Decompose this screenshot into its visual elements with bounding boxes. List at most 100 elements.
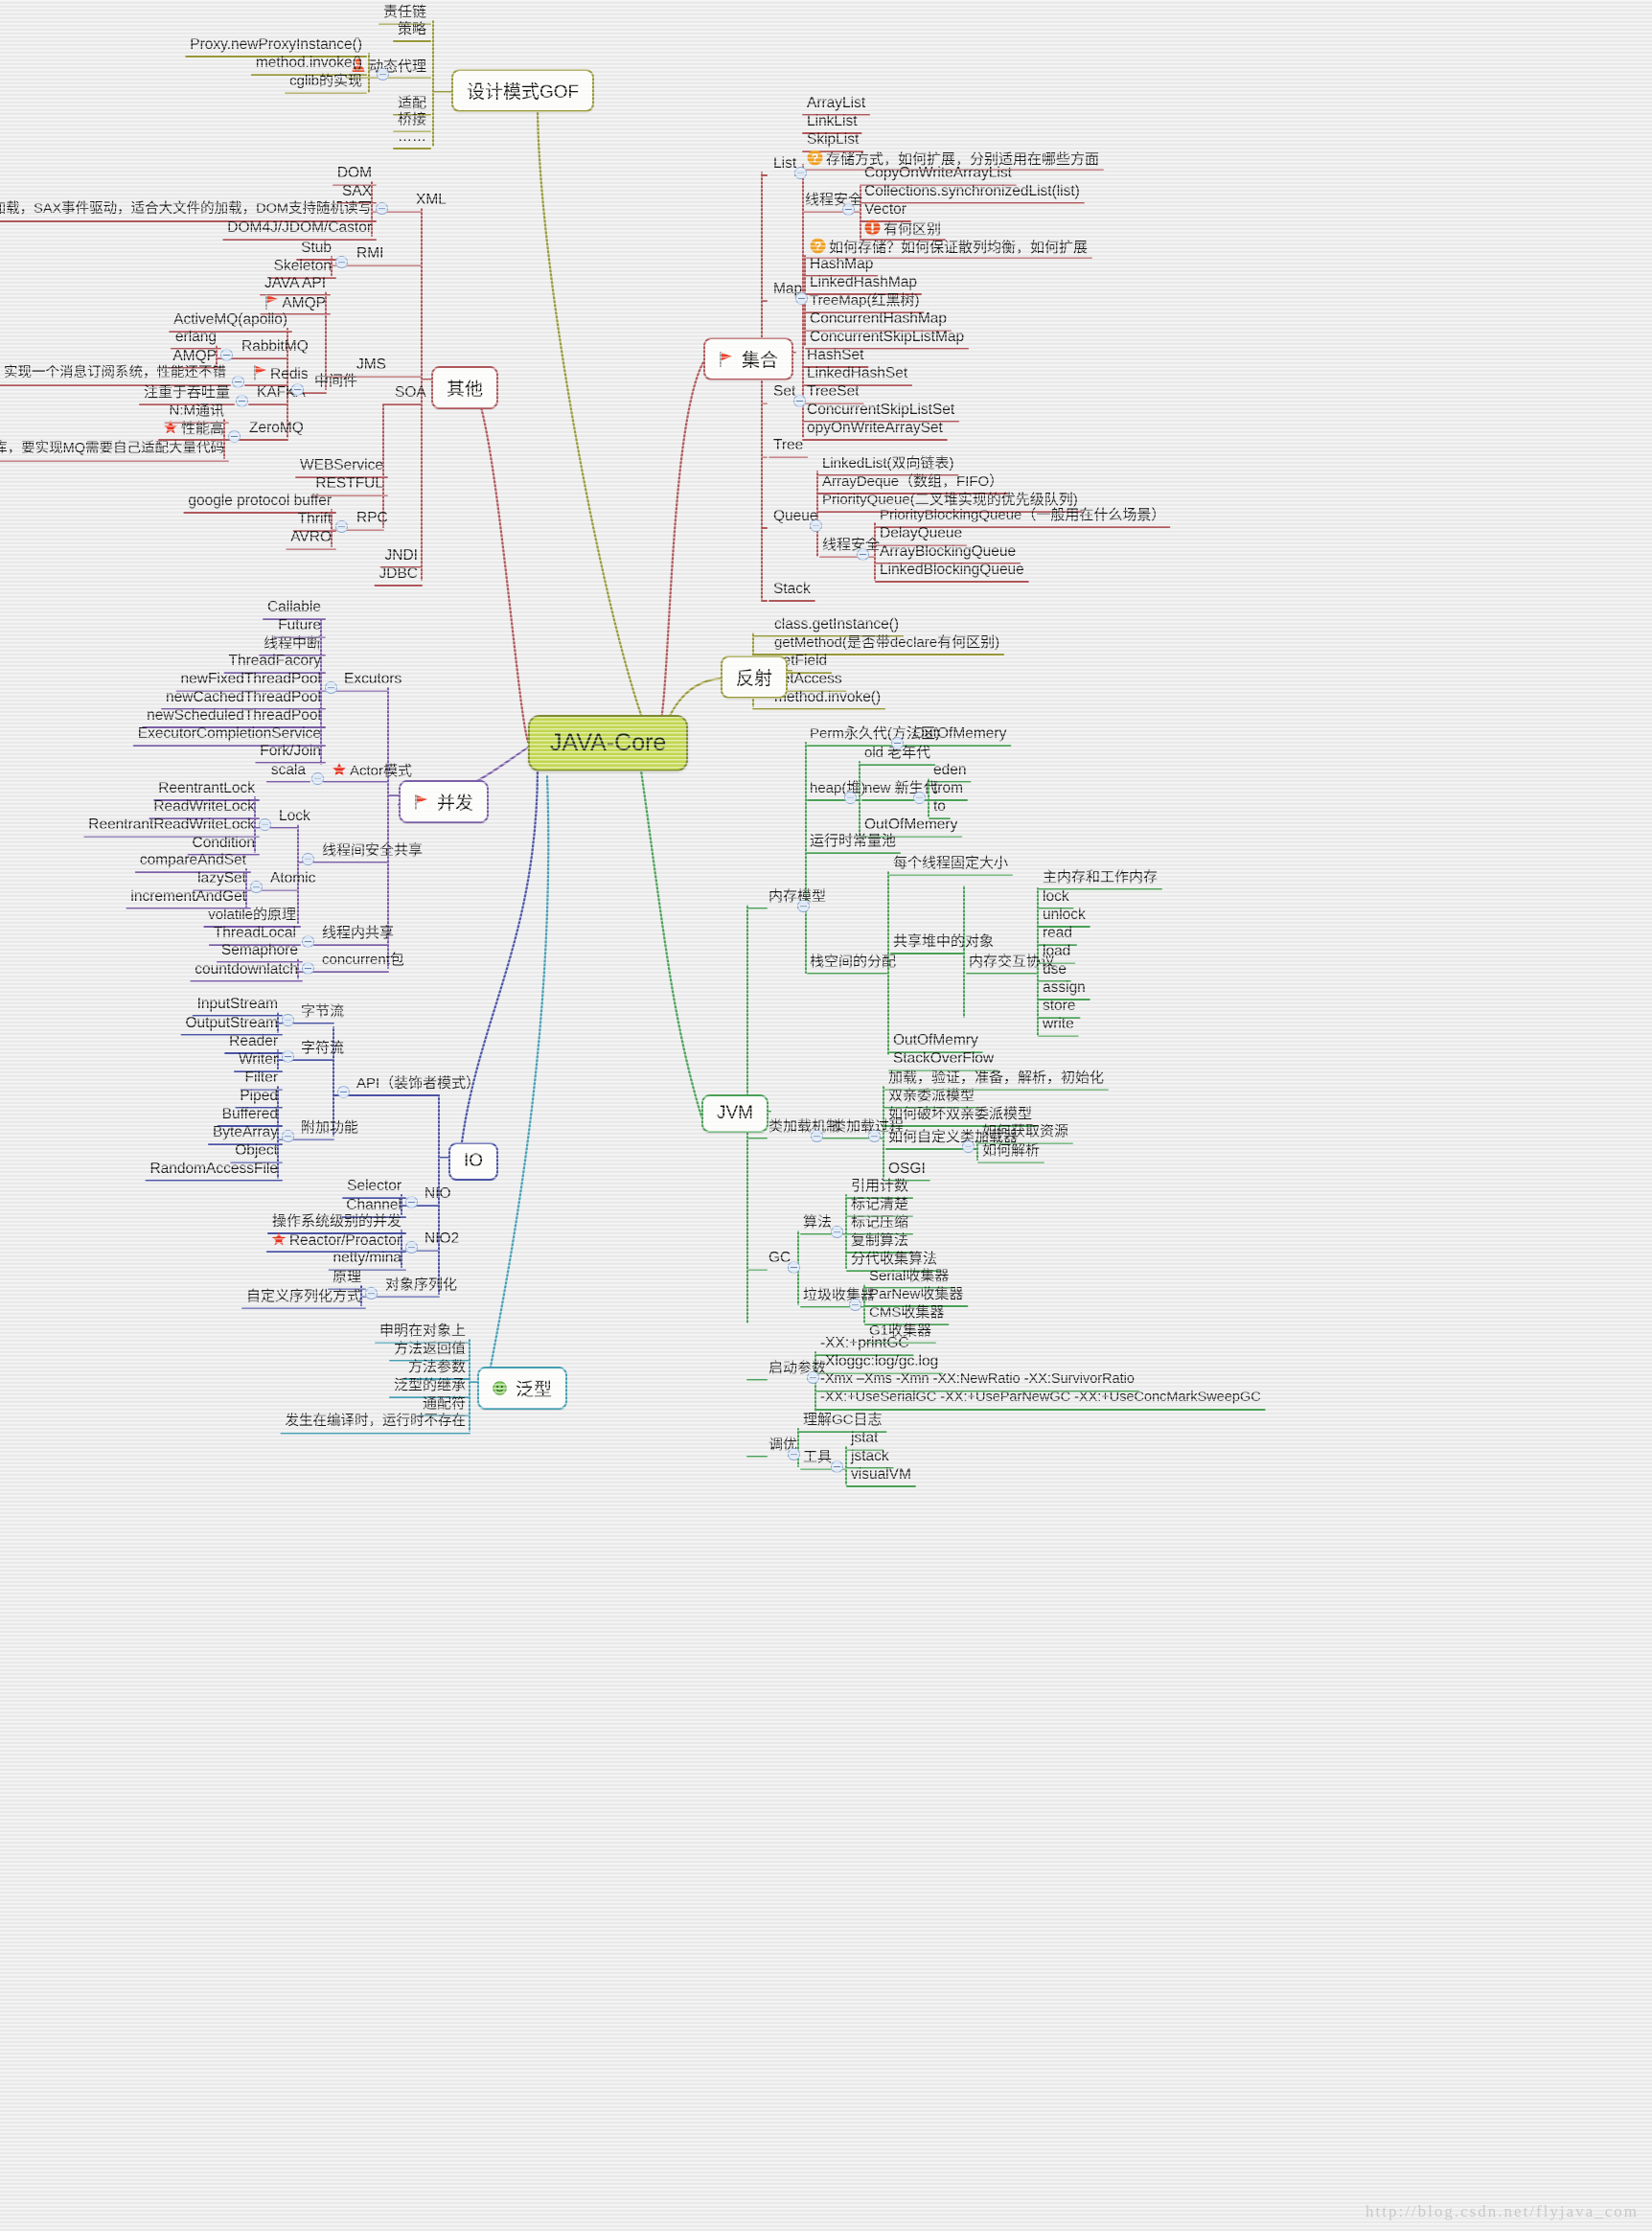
node-extra-features[interactable]: 附加功能 [299, 1119, 360, 1136]
collapse-nio[interactable] [405, 1196, 418, 1208]
node-jms[interactable]: JMS [355, 356, 388, 374]
node-semaphore[interactable]: Semaphore [219, 942, 300, 959]
collapse-rabbitmq[interactable] [220, 349, 233, 361]
node-mem-op-assign[interactable]: assign [1041, 979, 1088, 997]
collapse-char-stream[interactable] [282, 1050, 294, 1063]
node-extra-3[interactable]: ByteArray [211, 1124, 280, 1141]
collapse-io-api[interactable] [337, 1086, 350, 1098]
node-extra-4[interactable]: Object [233, 1142, 280, 1160]
node-rmi[interactable]: RMI [355, 245, 385, 263]
collapse-startup-params[interactable] [807, 1371, 819, 1384]
node-heap[interactable]: heap(堆) [808, 780, 867, 796]
node-char-stream[interactable]: 字符流 [299, 1040, 346, 1056]
node-hashmap[interactable]: HashMap [808, 256, 875, 273]
node-bridge[interactable]: 桥接 [396, 111, 428, 127]
node-activemq[interactable]: ActiveMQ(apollo) [172, 311, 289, 329]
node-perm-oom[interactable]: OutOfMemery [911, 725, 1008, 743]
node-threadlocal[interactable]: ThreadLocal [212, 925, 298, 942]
node-gc-collector-2[interactable]: CMS收集器 [867, 1304, 946, 1321]
node-cl-step-2[interactable]: 如何破坏双亲委派模型 [886, 1106, 1034, 1122]
collapse-actor[interactable] [311, 772, 324, 785]
node-cglib-impl[interactable]: cglib的实现 [287, 73, 364, 89]
collapse-object-serialization[interactable] [365, 1287, 378, 1300]
node-extra-2[interactable]: Buffered [220, 1106, 280, 1123]
node-sax[interactable]: SAX [340, 183, 374, 200]
node-redis[interactable]: Redis [251, 365, 310, 383]
node-rabbitmq[interactable]: RabbitMQ [240, 338, 310, 356]
collapse-map[interactable] [795, 292, 808, 305]
node-strategy[interactable]: 策略 [396, 21, 428, 37]
node-tuning-tools[interactable]: 工具 [801, 1449, 834, 1465]
node-java-api[interactable]: JAVA API [263, 275, 328, 292]
node-adapter[interactable]: 适配 [396, 95, 428, 111]
node-copyonwritearrayset[interactable]: opyOnWriteArraySet [805, 420, 945, 437]
node-runtime-const-pool[interactable]: 运行时常量池 [808, 833, 898, 849]
node-avro[interactable]: AVRO [288, 529, 333, 546]
node-list-diff[interactable]: 有何区别 [862, 219, 943, 238]
node-byte-stream[interactable]: 字节流 [299, 1003, 346, 1020]
node-linklist[interactable]: LinkList [805, 113, 860, 130]
node-thread-share-safe[interactable]: 线程间安全共享 [320, 842, 424, 859]
node-linkedblockingqueue[interactable]: LinkedBlockingQueue [878, 562, 1026, 579]
collapse-byte-stream[interactable] [282, 1014, 294, 1026]
node-actor[interactable]: Actor模式 [330, 762, 414, 779]
collapse-memory-model[interactable] [797, 900, 810, 912]
collapse-queue[interactable] [810, 519, 822, 532]
node-kafka-note[interactable]: 注重于吞吐量 [142, 384, 232, 401]
collapse-tuning[interactable] [788, 1448, 800, 1460]
node-executor-2[interactable]: 线程中断 [262, 635, 323, 652]
node-concurrenthashmap[interactable]: ConcurrentHashMap [808, 310, 949, 328]
branch-jvm[interactable]: JVM [701, 1094, 769, 1133]
node-dom[interactable]: DOM [335, 165, 374, 182]
node-reader[interactable]: Reader [227, 1033, 280, 1050]
node-gc-algorithms[interactable]: 算法 [801, 1214, 834, 1230]
node-stackoverflow[interactable]: StackOverFlow [891, 1050, 996, 1068]
node-executor-5[interactable]: newCachedThreadPool [164, 689, 323, 706]
node-linkedhashmap[interactable]: LinkedHashMap [808, 274, 919, 291]
node-startup-param-1[interactable]: -Xloggc:log/gc.log [818, 1353, 940, 1370]
node-heap-oom[interactable]: OutOfMemery [862, 816, 959, 834]
node-writer[interactable]: Writer [237, 1051, 280, 1069]
node-object-serialization[interactable]: 对象序列化 [383, 1276, 459, 1293]
collapse-perm-gen[interactable] [891, 737, 904, 749]
branch-design-patterns[interactable]: 设计模式GOF [451, 69, 595, 112]
node-cowal[interactable]: CopyOnWriteArrayList [862, 165, 1014, 182]
node-ellipsis[interactable]: …… [396, 128, 428, 145]
collapse-classloading-process[interactable] [868, 1130, 881, 1142]
node-gc-algo-3[interactable]: 复制算法 [849, 1232, 910, 1249]
branch-other[interactable]: 其他 [431, 366, 499, 409]
collapse-lock[interactable] [259, 818, 271, 831]
node-gc-algo-2[interactable]: 标记压缩 [849, 1214, 910, 1230]
node-atomic-0[interactable]: compareAndSet [138, 852, 248, 869]
node-io-api[interactable]: API（装饰者模式） [355, 1075, 482, 1092]
collapse-gc[interactable] [788, 1261, 800, 1274]
node-executor-8[interactable]: Fork/Join [258, 743, 323, 760]
collapse-atomic[interactable] [250, 881, 263, 893]
collapse-custom-classloader[interactable] [962, 1140, 975, 1153]
node-dom4j-jdom-castor[interactable]: DOM4J/JDOM/Castor [225, 219, 374, 237]
node-mem-op-lock[interactable]: lock [1041, 888, 1071, 906]
node-understand-gc-log[interactable]: 理解GC日志 [801, 1412, 884, 1428]
collapse-rpc[interactable] [335, 520, 348, 533]
branch-collection[interactable]: 集合 [703, 337, 794, 380]
collapse-classloading[interactable] [811, 1130, 823, 1142]
node-redis-note[interactable]: 实现一个消息订阅系统，性能还不错 [2, 365, 228, 381]
node-tool-0[interactable]: jstat [849, 1430, 880, 1447]
node-atomic[interactable]: Atomic [268, 870, 317, 887]
node-method-invoke[interactable]: method.invoke() [254, 55, 364, 72]
node-extra-5[interactable]: RandomAccessFile [148, 1161, 280, 1178]
node-concurrentskiplistmap[interactable]: ConcurrentSkipListMap [808, 329, 966, 346]
node-reflection-0[interactable]: class.getInstance() [772, 616, 901, 633]
node-queue-threadsafe[interactable]: 线程安全 [820, 537, 882, 553]
collapse-thread-inner-share[interactable] [302, 935, 314, 948]
node-generics-3[interactable]: 泛型的继承 [392, 1377, 468, 1393]
node-selector[interactable]: Selector [345, 1178, 403, 1195]
node-os-concurrency[interactable]: 操作系统级别的并发 [270, 1213, 403, 1230]
node-synclist[interactable]: Collections.synchronizedList(list) [862, 183, 1082, 200]
node-thread-inner-share[interactable]: 线程内共享 [320, 925, 396, 941]
node-executor-7[interactable]: ExecutorCompletionService [136, 725, 323, 743]
collapse-list[interactable] [794, 167, 807, 179]
node-stack-oom[interactable]: OutOfMemry [891, 1032, 980, 1049]
node-rpc[interactable]: RPC [355, 510, 390, 527]
collapse-dynamic-proxy[interactable] [377, 68, 389, 80]
